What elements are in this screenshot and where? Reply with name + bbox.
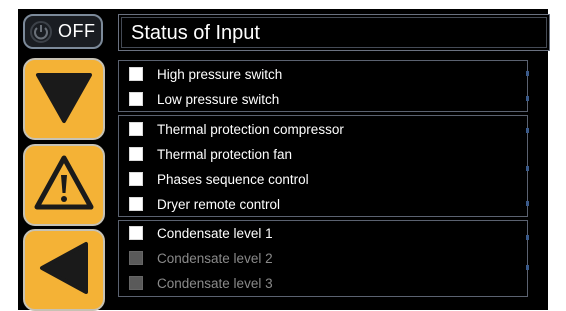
page-header: Status of Input bbox=[118, 14, 550, 51]
frame-tick bbox=[526, 71, 529, 76]
arrow-down-icon bbox=[34, 67, 94, 132]
input-group-protection: Thermal protection compressor Thermal pr… bbox=[118, 115, 529, 217]
input-label: Condensate level 2 bbox=[157, 250, 273, 266]
scroll-down-button[interactable] bbox=[23, 58, 105, 140]
frame-tick bbox=[526, 166, 529, 171]
frame-tick bbox=[526, 96, 529, 101]
input-label: Condensate level 1 bbox=[157, 225, 273, 241]
status-checkbox bbox=[129, 147, 143, 161]
input-label: Phases sequence control bbox=[157, 171, 309, 187]
list-item: Condensate level 2 bbox=[129, 248, 273, 268]
list-item: Phases sequence control bbox=[129, 169, 309, 189]
status-checkbox bbox=[129, 226, 143, 240]
frame-tick bbox=[526, 201, 529, 206]
back-button[interactable] bbox=[23, 229, 105, 311]
list-item: Condensate level 3 bbox=[129, 273, 273, 293]
list-item: Thermal protection fan bbox=[129, 144, 292, 164]
frame-tick bbox=[526, 265, 529, 270]
input-label: Thermal protection compressor bbox=[157, 121, 344, 137]
input-group-condensate: Condensate level 1 Condensate level 2 Co… bbox=[118, 220, 529, 297]
input-label: Condensate level 3 bbox=[157, 275, 273, 291]
list-item: High pressure switch bbox=[129, 64, 282, 84]
status-checkbox bbox=[129, 276, 143, 290]
hmi-screen: OFF Status of Input High pressure switch… bbox=[18, 9, 550, 311]
input-label: High pressure switch bbox=[157, 66, 283, 82]
status-checkbox bbox=[129, 197, 143, 211]
list-item: Low pressure switch bbox=[129, 89, 279, 109]
list-item: Thermal protection compressor bbox=[129, 119, 344, 139]
status-checkbox bbox=[129, 122, 143, 136]
page-title: Status of Input bbox=[131, 22, 260, 44]
frame-tick bbox=[526, 235, 529, 240]
list-item: Condensate level 1 bbox=[129, 223, 273, 243]
power-label: OFF bbox=[58, 21, 96, 41]
status-checkbox bbox=[129, 251, 143, 265]
frame-tick bbox=[526, 128, 529, 133]
status-checkbox bbox=[129, 92, 143, 106]
status-checkbox bbox=[129, 67, 143, 81]
arrow-left-icon bbox=[34, 238, 94, 303]
input-label: Low pressure switch bbox=[157, 91, 280, 107]
warning-icon bbox=[33, 153, 95, 218]
input-label: Thermal protection fan bbox=[157, 146, 293, 162]
alarm-button[interactable] bbox=[23, 144, 105, 226]
power-off-button[interactable]: OFF bbox=[23, 14, 103, 49]
status-checkbox bbox=[129, 172, 143, 186]
power-icon bbox=[30, 20, 52, 43]
list-item: Dryer remote control bbox=[129, 194, 280, 214]
input-group-pressure: High pressure switch Low pressure switch bbox=[118, 60, 529, 112]
input-label: Dryer remote control bbox=[157, 196, 281, 212]
